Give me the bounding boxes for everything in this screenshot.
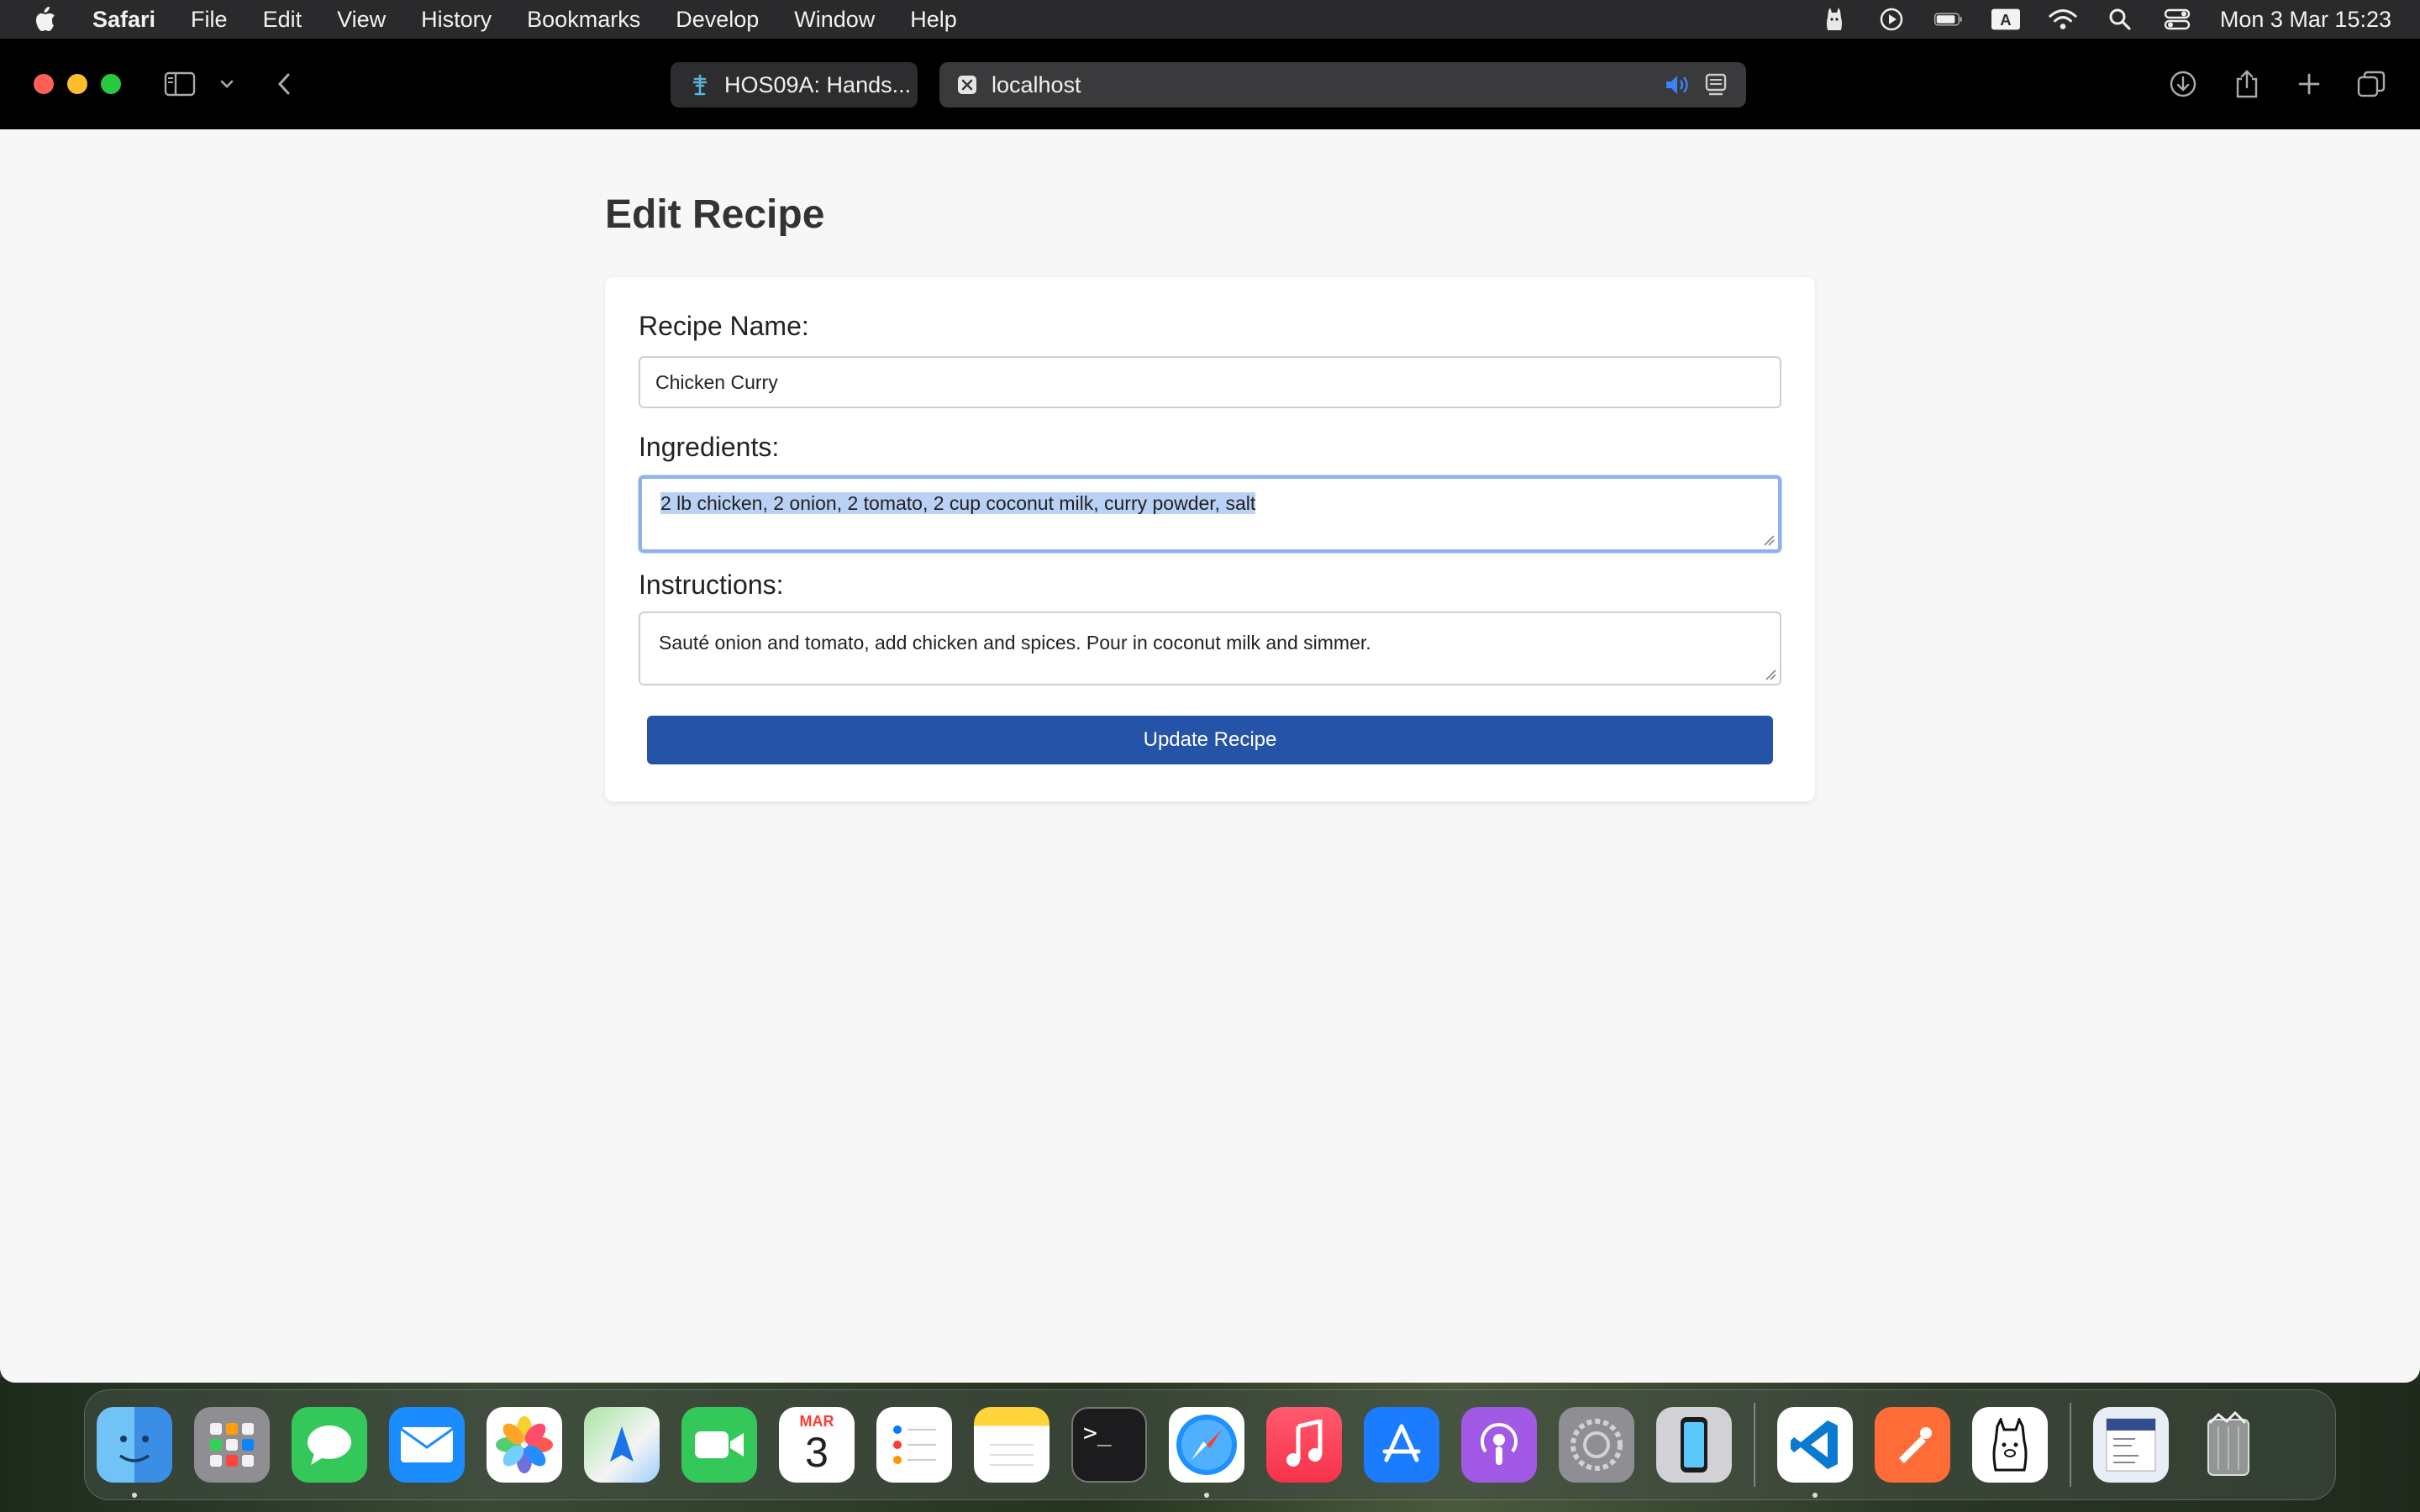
resize-handle-icon[interactable] <box>1763 534 1775 546</box>
instructions-textarea[interactable]: Sauté onion and tomato, add chicken and … <box>639 612 1781 685</box>
finder-icon[interactable] <box>97 1407 172 1498</box>
app-store-icon[interactable] <box>1364 1407 1439 1483</box>
calendar-day: 3 <box>805 1428 829 1476</box>
reader-view-icon[interactable] <box>1704 72 1728 103</box>
speaker-audio-icon[interactable] <box>1664 72 1691 103</box>
document-preview-icon[interactable] <box>2093 1407 2169 1483</box>
instructions-label: Instructions: <box>639 570 784 600</box>
tab-label: HOS09A: Hands... <box>724 71 912 97</box>
iphone-mirroring-icon[interactable] <box>1656 1407 1732 1483</box>
ollama-icon[interactable] <box>1972 1407 2048 1483</box>
terminal-prompt: >_ <box>1083 1419 1112 1446</box>
recipe-form-card: Recipe Name: Chicken Curry Ingredients: … <box>605 277 1815 801</box>
calendar-icon[interactable]: MAR 3 <box>779 1407 855 1483</box>
maps-icon[interactable] <box>584 1407 660 1483</box>
update-recipe-button[interactable]: Update Recipe <box>647 716 1773 764</box>
downloads-icon[interactable] <box>2166 67 2200 101</box>
terminal-icon[interactable]: >_ <box>1071 1407 1147 1483</box>
running-indicator <box>1204 1493 1209 1498</box>
share-icon[interactable] <box>2230 67 2264 101</box>
safari-toolbar: HOS09A: Hands... localhost <box>0 39 2420 129</box>
page-title: Edit Recipe <box>605 192 825 237</box>
photos-icon[interactable] <box>487 1407 562 1483</box>
instructions-value: Sauté onion and tomato, add chicken and … <box>659 632 1371 654</box>
minimize-window-button[interactable] <box>67 74 87 94</box>
dock-separator <box>2070 1403 2071 1487</box>
tab-actions <box>1664 72 1728 103</box>
maximize-window-button[interactable] <box>101 74 121 94</box>
menu-view[interactable]: View <box>337 7 386 33</box>
back-arrow-icon[interactable] <box>267 67 301 101</box>
running-indicator <box>1812 1493 1818 1498</box>
tab-overview-icon[interactable] <box>2354 67 2388 101</box>
menu-history[interactable]: History <box>421 7 492 33</box>
vscode-icon[interactable] <box>1777 1407 1853 1498</box>
safari-app-icon[interactable] <box>1169 1407 1244 1498</box>
window-controls <box>34 74 121 94</box>
battery-icon[interactable] <box>1933 7 1963 32</box>
menu-help[interactable]: Help <box>910 7 957 33</box>
notes-icon[interactable] <box>974 1407 1050 1483</box>
close-tab-icon[interactable] <box>956 74 978 96</box>
tab-localhost[interactable]: localhost <box>939 62 1746 108</box>
launchpad-icon[interactable] <box>194 1407 270 1483</box>
control-center-icon[interactable] <box>2163 7 2191 32</box>
input-source-letter: A <box>2000 11 2011 29</box>
apple-menu-icon[interactable] <box>32 5 66 34</box>
menu-develop[interactable]: Develop <box>676 7 759 33</box>
input-source-icon[interactable]: A <box>1991 7 2020 32</box>
facetime-icon[interactable] <box>681 1407 757 1483</box>
ollama-status-icon[interactable] <box>1820 7 1849 32</box>
music-icon[interactable] <box>1266 1407 1342 1483</box>
close-window-button[interactable] <box>34 74 54 94</box>
menu-app-safari[interactable]: Safari <box>92 7 155 33</box>
calendar-month: MAR <box>799 1412 834 1430</box>
mail-icon[interactable] <box>389 1407 465 1483</box>
running-indicator <box>132 1493 137 1498</box>
safari-window: HOS09A: Hands... localhost Edit Recipe R… <box>0 39 2420 1383</box>
sidebar-toggle-icon[interactable] <box>163 67 197 101</box>
reminders-icon[interactable] <box>876 1407 952 1483</box>
wifi-icon[interactable] <box>2049 7 2077 32</box>
menu-window[interactable]: Window <box>794 7 875 33</box>
web-page: Edit Recipe Recipe Name: Chicken Curry I… <box>0 129 2420 1383</box>
trash-icon[interactable] <box>2191 1407 2266 1483</box>
resize-handle-icon[interactable] <box>1765 669 1776 680</box>
menubar-clock[interactable]: Mon 3 Mar 15:23 <box>2220 7 2391 33</box>
dock-separator <box>1754 1403 1755 1487</box>
ingredients-selected-text: 2 lb chicken, 2 onion, 2 tomato, 2 cup c… <box>660 492 1256 514</box>
tower-favicon-icon <box>689 74 711 96</box>
menu-file[interactable]: File <box>191 7 228 33</box>
podcasts-icon[interactable] <box>1461 1407 1537 1483</box>
ingredients-label: Ingredients: <box>639 432 780 462</box>
recipe-name-label: Recipe Name: <box>639 311 809 341</box>
dock: MAR 3 >_ <box>84 1389 2336 1500</box>
tab-label: localhost <box>992 71 1081 97</box>
tab-hos09a[interactable]: HOS09A: Hands... <box>671 62 918 108</box>
system-settings-icon[interactable] <box>1559 1407 1634 1483</box>
menu-bar: Safari File Edit View History Bookmarks … <box>0 0 2420 39</box>
recipe-name-value: Chicken Curry <box>655 370 778 393</box>
spotlight-search-icon[interactable] <box>2106 7 2134 32</box>
play-status-icon[interactable] <box>1877 7 1906 32</box>
recipe-name-input[interactable]: Chicken Curry <box>639 356 1781 408</box>
menu-edit[interactable]: Edit <box>263 7 302 33</box>
postman-icon[interactable] <box>1875 1407 1950 1483</box>
chevron-down-icon[interactable] <box>210 67 244 101</box>
menu-bookmarks[interactable]: Bookmarks <box>527 7 640 33</box>
ingredients-textarea[interactable]: 2 lb chicken, 2 onion, 2 tomato, 2 cup c… <box>639 475 1781 553</box>
messages-icon[interactable] <box>292 1407 367 1483</box>
new-tab-plus-icon[interactable] <box>2292 67 2326 101</box>
